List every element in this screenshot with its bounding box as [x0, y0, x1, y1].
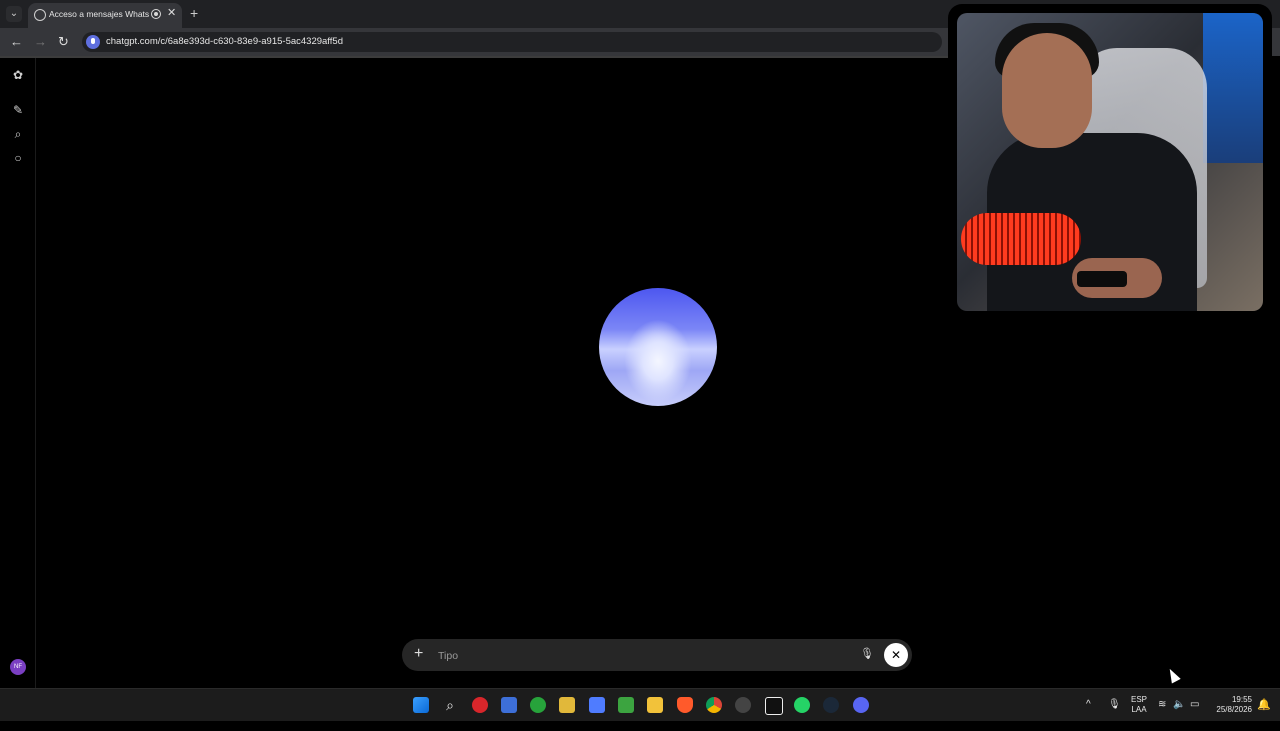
browser-tab[interactable]: Acceso a mensajes WhatsA ✕ [28, 3, 182, 28]
recording-indicator-icon [151, 9, 161, 19]
toolbar-divider [0, 56, 950, 58]
webcam-feed [957, 13, 1263, 311]
windows-taskbar: ⌕ ^ 🎙 ESP LAA ≋ 🔈 ▭ 19:55 25/8/2026 🔔 [0, 688, 1280, 721]
microsoft-store-icon[interactable] [501, 697, 517, 713]
address-bar[interactable]: chatgpt.com/c/6a8e393d-c630-83e9-a915-5a… [82, 32, 942, 52]
tab-close-button[interactable]: ✕ [167, 6, 176, 19]
chatgpt-sidebar: ✿ ✎ ⌕ ○ NF [0, 58, 36, 688]
back-button[interactable]: ← [10, 34, 23, 49]
steam-icon[interactable] [823, 697, 839, 713]
address-bar-url[interactable]: chatgpt.com/c/6a8e393d-c630-83e9-a915-5a… [106, 36, 343, 47]
taskbar-app-icon[interactable] [735, 697, 751, 713]
tray-microphone-icon[interactable]: 🎙 [1108, 699, 1121, 731]
new-tab-button[interactable]: + [190, 5, 198, 21]
reload-button[interactable]: ↻ [58, 34, 69, 50]
new-chat-icon[interactable]: ✎ [11, 103, 25, 117]
chatgpt-logo-icon[interactable]: ✿ [11, 68, 25, 82]
clock-date: 25/8/2026 [1216, 705, 1252, 714]
taskbar-search-icon[interactable]: ⌕ [442, 697, 458, 713]
taskbar-app-icon[interactable] [472, 697, 488, 713]
chrome-icon[interactable] [706, 697, 722, 713]
background-poster [1203, 13, 1263, 163]
tab-search-menu-button[interactable]: ⌄ [6, 6, 22, 22]
attach-plus-button[interactable]: + [414, 645, 423, 663]
language-indicator[interactable]: ESP LAA [1131, 695, 1147, 727]
keyboard-layout: LAA [1131, 705, 1147, 714]
voice-mode-orb [599, 288, 717, 406]
forward-button[interactable]: → [34, 34, 47, 49]
tray-chevron-icon[interactable]: ^ [1086, 699, 1091, 731]
tab-title: Acceso a mensajes WhatsA [49, 9, 149, 19]
start-menu-icon[interactable] [413, 697, 429, 713]
system-clock[interactable]: 19:55 25/8/2026 [1212, 695, 1252, 727]
notifications-icon[interactable]: 🔔 [1257, 698, 1271, 730]
xbox-icon[interactable] [530, 697, 546, 713]
minecraft-icon[interactable] [618, 697, 634, 713]
chatgpt-favicon-icon [34, 9, 46, 21]
mute-microphone-button[interactable]: 🎙 [860, 647, 874, 660]
mouse-cursor-icon [1165, 666, 1181, 684]
volume-icon[interactable]: 🔈 [1173, 699, 1185, 731]
webcam-overlay [948, 4, 1272, 318]
file-explorer-icon[interactable] [647, 697, 663, 713]
chat-bubble-icon[interactable]: ○ [11, 151, 25, 165]
brave-icon[interactable] [677, 697, 693, 713]
whatsapp-icon[interactable] [794, 697, 810, 713]
taskbar-app-icon[interactable] [589, 697, 605, 713]
message-input[interactable] [436, 647, 840, 665]
person-head [1002, 33, 1092, 148]
phone [1077, 271, 1127, 287]
discord-icon[interactable] [853, 697, 869, 713]
end-voice-button[interactable]: ✕ [884, 643, 908, 667]
search-icon[interactable]: ⌕ [11, 127, 25, 141]
taskbar-app-icon[interactable] [559, 697, 575, 713]
clock-time: 19:55 [1231, 695, 1252, 704]
user-avatar[interactable]: NF [10, 659, 26, 675]
language-code: ESP [1131, 695, 1148, 704]
microphone-permission-icon[interactable] [86, 35, 100, 49]
voice-composer: + 🎙 ✕ [402, 639, 912, 671]
rgb-microphone [961, 213, 1081, 265]
wifi-icon[interactable]: ≋ [1158, 699, 1166, 731]
capcut-icon[interactable] [765, 697, 783, 715]
battery-icon[interactable]: ▭ [1190, 699, 1199, 731]
